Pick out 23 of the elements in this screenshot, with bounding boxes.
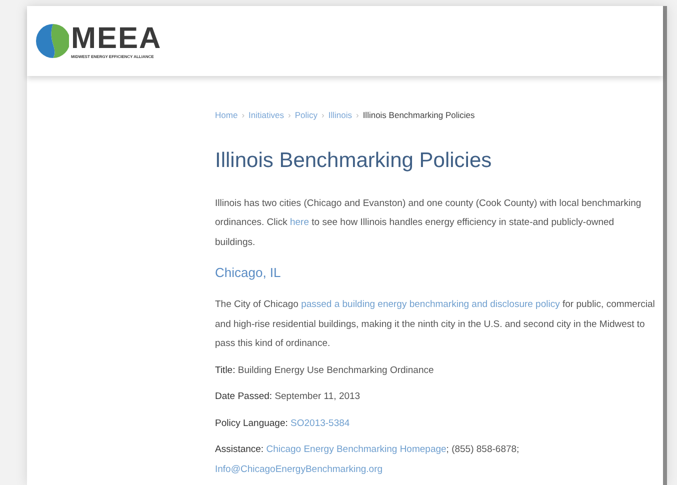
fact-line: Title: Building Energy Use Benchmarking Ordinance	[215, 364, 435, 378]
link[interactable]: Chicago Energy Benchmarking Homepage	[266, 444, 446, 455]
link[interactable]: SO2013-5384	[290, 418, 350, 428]
link[interactable]: Info@ChicagoEnergyBenchmarking.org	[215, 464, 383, 474]
breadcrumb-link[interactable]: Policy	[294, 106, 318, 126]
fact-line: Date Passed: September 11, 2013	[215, 390, 362, 404]
section-paragraph: The City of Chicago passed a building energy benchmarking and disclosure policy for public, commercial and high-rise residential buildings, making it the ninth city in the U.S. and second city in the Midwest to pass this kind of ordinance.	[215, 298, 655, 351]
breadcrumb-link[interactable]: Illinois	[328, 106, 352, 126]
breadcrumb-link[interactable]: Home	[215, 106, 238, 126]
logo-text: MEEA	[71, 24, 162, 54]
breadcrumb-separator: ›	[288, 109, 291, 122]
section-heading: Chicago, IL	[215, 264, 282, 282]
link[interactable]: passed a building energy benchmarking and disclosure policy	[301, 299, 560, 310]
fact-line: Policy Language: SO2013-5384	[215, 416, 351, 430]
intro-paragraph: Illinois has two cities (Chicago and Evanston) and one county (Cook County) with local benchmarking ordinances. Click here to see how Illinois handles energy efficiency in state-and publicly-owned buildings.	[215, 196, 642, 250]
breadcrumb-separator: ›	[356, 109, 359, 122]
breadcrumb-separator: ›	[242, 109, 245, 122]
link[interactable]: here	[290, 217, 309, 228]
breadcrumb-separator: ›	[322, 109, 324, 122]
page-title: Illinois Benchmarking Policies	[215, 148, 493, 174]
fact-line: Assistance: Chicago Energy Benchmarking Homepage; (855) 858-6878; Info@ChicagoEnergyBenchmarking.org	[215, 443, 520, 476]
breadcrumb-link[interactable]: Initiatives	[248, 106, 284, 126]
breadcrumb-current: Illinois Benchmarking Policies	[362, 109, 475, 122]
